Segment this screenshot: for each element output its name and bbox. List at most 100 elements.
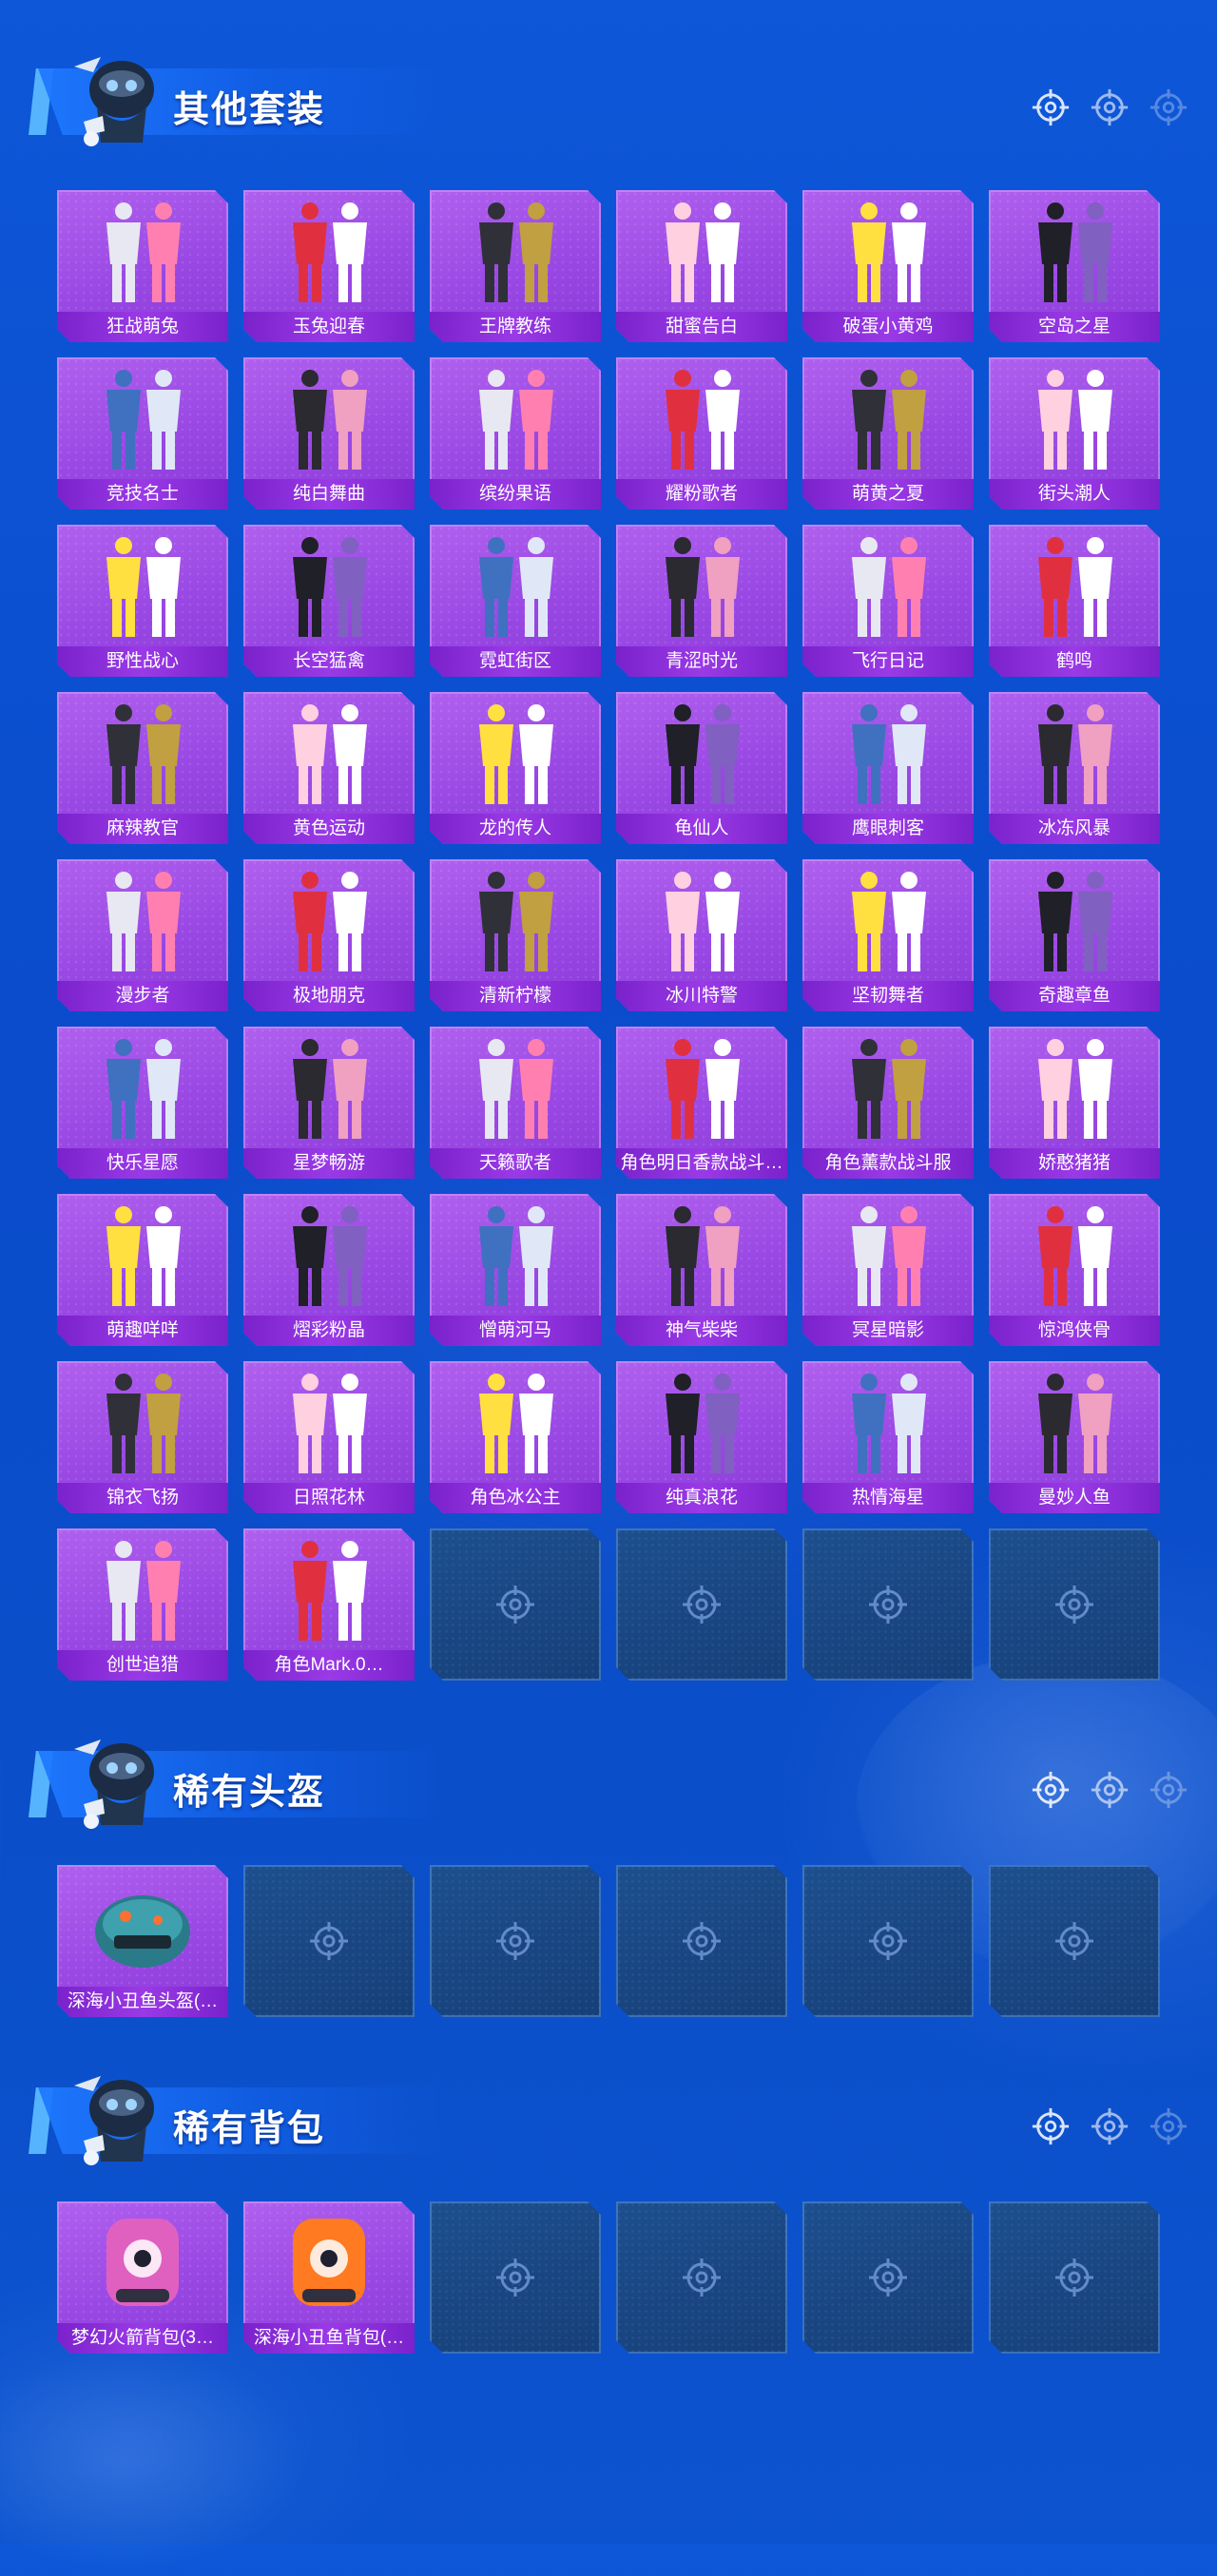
section-title: 其他套装: [173, 90, 326, 130]
backpack-name: 深海小丑鱼背包(…: [243, 2323, 415, 2354]
crosshair-target-icon: [1149, 2106, 1188, 2151]
outfit-card[interactable]: 纯白舞曲: [243, 357, 415, 509]
outfit-card[interactable]: 清新柠檬: [430, 859, 601, 1011]
outfit-thumbnail: [616, 357, 787, 479]
outfit-card[interactable]: 憎萌河马: [430, 1194, 601, 1346]
outfit-name: 快乐星愿: [57, 1148, 228, 1179]
outfit-card[interactable]: 创世追猎: [57, 1528, 228, 1681]
outfit-card[interactable]: 飞行日记: [802, 525, 974, 677]
outfit-name: 龙的传人: [430, 814, 601, 844]
outfit-card[interactable]: 热情海星: [802, 1361, 974, 1513]
crosshair-target-icon: [1090, 1770, 1130, 1815]
outfit-card[interactable]: 竞技名士: [57, 357, 228, 509]
outfit-name: 憎萌河马: [430, 1316, 601, 1346]
helmet-grid: 深海小丑鱼头盔(…: [57, 1865, 1160, 2017]
outfit-thumbnail: [243, 357, 415, 479]
outfit-card[interactable]: 玉兔迎春: [243, 190, 415, 342]
outfit-card[interactable]: 冰川特警: [616, 859, 787, 1011]
outfit-thumbnail: [616, 692, 787, 814]
outfit-name: 冥星暗影: [802, 1316, 974, 1346]
outfit-card[interactable]: 鹤鸣: [989, 525, 1160, 677]
outfit-card[interactable]: 麻辣教官: [57, 692, 228, 844]
outfit-name: 创世追猎: [57, 1650, 228, 1681]
outfit-thumbnail: [57, 190, 228, 312]
outfit-card[interactable]: 奇趣章鱼: [989, 859, 1160, 1011]
outfit-card[interactable]: 快乐星愿: [57, 1027, 228, 1179]
outfit-name: 街头潮人: [989, 479, 1160, 509]
outfit-thumbnail: [430, 357, 601, 479]
outfit-card[interactable]: 黄色运动: [243, 692, 415, 844]
outfit-card[interactable]: 惊鸿侠骨: [989, 1194, 1160, 1346]
outfit-card[interactable]: 曼妙人鱼: [989, 1361, 1160, 1513]
outfit-card[interactable]: 鹰眼刺客: [802, 692, 974, 844]
outfit-card[interactable]: 角色冰公主: [430, 1361, 601, 1513]
outfit-card[interactable]: 角色明日香款战斗…: [616, 1027, 787, 1179]
outfit-card[interactable]: 长空猛禽: [243, 525, 415, 677]
outfit-card[interactable]: 龙的传人: [430, 692, 601, 844]
outfit-card[interactable]: 萌黄之夏: [802, 357, 974, 509]
outfit-card[interactable]: 野性战心: [57, 525, 228, 677]
outfit-card[interactable]: 破蛋小黄鸡: [802, 190, 974, 342]
outfit-card[interactable]: 星梦畅游: [243, 1027, 415, 1179]
outfit-thumbnail: [616, 1194, 787, 1316]
backpack-card[interactable]: 梦幻火箭背包(3…: [57, 2201, 228, 2354]
outfit-name: 玉兔迎春: [243, 312, 415, 342]
outfit-card[interactable]: 空岛之星: [989, 190, 1160, 342]
outfit-card[interactable]: 锦衣飞扬: [57, 1361, 228, 1513]
outfit-card[interactable]: 角色Mark.0…: [243, 1528, 415, 1681]
outfit-name: 萌趣咩咩: [57, 1316, 228, 1346]
outfit-name: 空岛之星: [989, 312, 1160, 342]
outfit-card[interactable]: 天籁歌者: [430, 1027, 601, 1179]
outfit-name: 天籁歌者: [430, 1148, 601, 1179]
empty-slot: [989, 1865, 1160, 2017]
outfit-thumbnail: [802, 190, 974, 312]
outfit-thumbnail: [243, 1528, 415, 1650]
outfit-thumbnail: [243, 190, 415, 312]
outfit-thumbnail: [57, 1361, 228, 1483]
outfit-card[interactable]: 角色薰款战斗服: [802, 1027, 974, 1179]
outfit-card[interactable]: 坚韧舞者: [802, 859, 974, 1011]
outfit-card[interactable]: 熠彩粉晶: [243, 1194, 415, 1346]
backpack-card[interactable]: 深海小丑鱼背包(…: [243, 2201, 415, 2354]
empty-slot: [989, 2201, 1160, 2354]
outfit-thumbnail: [989, 190, 1160, 312]
outfit-grid: 狂战萌兔 玉兔迎春 王牌教练 甜蜜告白 破蛋小黄鸡 空岛之星 竞技名士 纯白舞曲…: [57, 190, 1160, 1681]
outfit-name: 野性战心: [57, 646, 228, 677]
outfit-card[interactable]: 青涩时光: [616, 525, 787, 677]
outfit-name: 奇趣章鱼: [989, 981, 1160, 1011]
section-header: 其他套装: [29, 38, 1188, 146]
outfit-card[interactable]: 日照花林: [243, 1361, 415, 1513]
outfit-card[interactable]: 冰冻风暴: [989, 692, 1160, 844]
outfit-name: 纯真浪花: [616, 1483, 787, 1513]
empty-slot: [989, 1528, 1160, 1681]
outfit-thumbnail: [243, 1194, 415, 1316]
outfit-card[interactable]: 神气柴柴: [616, 1194, 787, 1346]
outfit-name: 锦衣飞扬: [57, 1483, 228, 1513]
outfit-thumbnail: [616, 525, 787, 646]
outfit-card[interactable]: 狂战萌兔: [57, 190, 228, 342]
outfit-name: 纯白舞曲: [243, 479, 415, 509]
helmet-card[interactable]: 深海小丑鱼头盔(…: [57, 1865, 228, 2017]
helmet-name: 深海小丑鱼头盔(…: [57, 1987, 228, 2017]
outfit-card[interactable]: 缤纷果语: [430, 357, 601, 509]
outfit-thumbnail: [57, 357, 228, 479]
outfit-card[interactable]: 龟仙人: [616, 692, 787, 844]
outfit-card[interactable]: 极地朋克: [243, 859, 415, 1011]
outfit-name: 竞技名士: [57, 479, 228, 509]
outfit-card[interactable]: 甜蜜告白: [616, 190, 787, 342]
outfit-card[interactable]: 娇憨猪猪: [989, 1027, 1160, 1179]
outfit-thumbnail: [57, 1194, 228, 1316]
section-title: 稀有头盔: [173, 1773, 326, 1813]
outfit-thumbnail: [430, 859, 601, 981]
outfit-card[interactable]: 冥星暗影: [802, 1194, 974, 1346]
outfit-thumbnail: [989, 1194, 1160, 1316]
outfit-card[interactable]: 王牌教练: [430, 190, 601, 342]
outfit-card[interactable]: 霓虹街区: [430, 525, 601, 677]
outfit-card[interactable]: 耀粉歌者: [616, 357, 787, 509]
outfit-card[interactable]: 漫步者: [57, 859, 228, 1011]
outfit-card[interactable]: 萌趣咩咩: [57, 1194, 228, 1346]
outfit-card[interactable]: 纯真浪花: [616, 1361, 787, 1513]
outfit-thumbnail: [57, 692, 228, 814]
target-icons: [1031, 87, 1188, 132]
outfit-card[interactable]: 街头潮人: [989, 357, 1160, 509]
